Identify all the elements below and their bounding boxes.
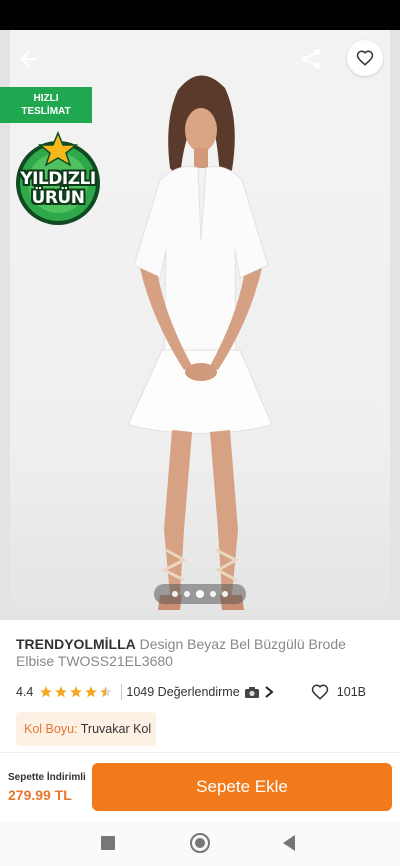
heart-icon [356, 50, 374, 66]
variant-value: Truvakar Kol [80, 722, 152, 736]
chevron-right-icon [265, 686, 274, 698]
star-icon [70, 686, 83, 698]
pager-dot-active[interactable] [196, 590, 204, 598]
back-button[interactable] [14, 44, 44, 74]
rating-score: 4.4 [16, 685, 34, 699]
fast-delivery-line2: TESLİMAT [21, 106, 71, 117]
model-in-white-dress-image [127, 75, 273, 610]
home-icon[interactable] [190, 833, 210, 853]
cart-bar: Sepette İndirimli 279.99 TL Sepete Ekle [0, 752, 400, 822]
brand-name[interactable]: TRENDYOLMİLLA [16, 636, 136, 652]
star-icon [40, 686, 53, 698]
camera-icon [244, 686, 259, 698]
back-arrow-icon [21, 51, 37, 67]
cart-discount-label: Sepette İndirimli [8, 772, 86, 783]
rating-row: 4.4 1049 Değerlendirme 101B [16, 683, 386, 701]
product-title: TRENDYOLMİLLA Design Beyaz Bel Büzgülü B… [16, 636, 386, 670]
reviews-link[interactable]: 1049 Değerlendirme [126, 685, 274, 699]
product-image-carousel[interactable]: HIZLI TESLİMAT YILDIZLI ÜRÜN [0, 30, 400, 620]
add-to-cart-button[interactable]: Sepete Ekle [92, 763, 392, 811]
likes-button[interactable]: 101B [311, 683, 366, 701]
star-badge-line1: YILDIZLI [20, 169, 96, 189]
heart-icon [311, 684, 329, 700]
pager-dot[interactable] [222, 591, 228, 597]
back-icon[interactable] [283, 835, 295, 851]
share-button[interactable] [296, 44, 326, 74]
fast-delivery-badge: HIZLI TESLİMAT [0, 87, 92, 123]
star-product-badge: YILDIZLI ÜRÜN [8, 131, 108, 227]
status-bar [0, 0, 400, 30]
pager-dot[interactable] [172, 591, 178, 597]
star-icon [85, 686, 98, 698]
star-half-icon [100, 686, 113, 698]
pager-dot[interactable] [210, 591, 216, 597]
fast-delivery-line1: HIZLI [33, 93, 59, 104]
recent-apps-icon[interactable] [101, 836, 115, 850]
system-nav-bar [0, 822, 400, 866]
image-pager[interactable] [154, 584, 246, 604]
star-icon [55, 686, 68, 698]
likes-count: 101B [336, 685, 366, 699]
rating-stars [39, 685, 113, 699]
share-icon [302, 49, 320, 69]
pager-dot[interactable] [184, 591, 190, 597]
variant-chip[interactable]: Kol Boyu: Truvakar Kol [16, 712, 156, 746]
reviews-count: 1049 Değerlendirme [126, 685, 240, 699]
image-edge-right [390, 30, 400, 620]
divider [121, 684, 123, 700]
price: 279.99 TL [8, 787, 72, 803]
star-badge-line2: ÜRÜN [31, 188, 85, 208]
favorite-button[interactable] [347, 40, 383, 76]
variant-label: Kol Boyu: [24, 722, 78, 736]
